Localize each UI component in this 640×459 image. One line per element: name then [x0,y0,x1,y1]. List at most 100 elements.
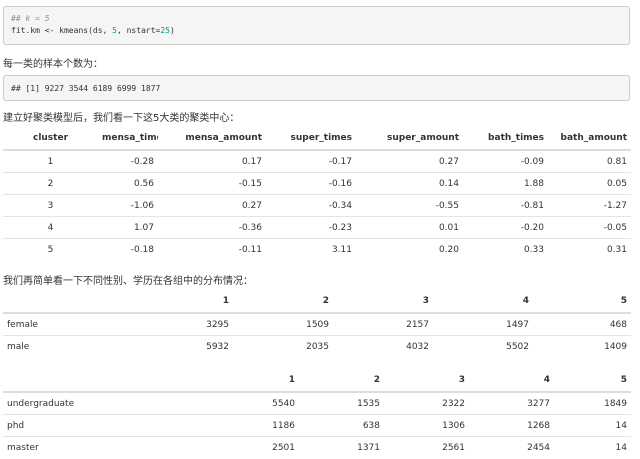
column-header: 1 [133,290,233,314]
table-cell: 4 [3,216,98,239]
column-header: mensa_amount [158,127,266,151]
table-cell: 2561 [384,436,469,458]
table-cell: 3277 [469,391,554,415]
table-cell: -0.34 [266,194,356,217]
column-header: cluster [3,127,98,151]
table-cell: 0.05 [548,172,631,195]
column-header [3,369,199,393]
table-cell: 2157 [333,312,433,336]
table-row: 5 -0.18 -0.11 3.11 0.20 0.33 0.31 [3,238,631,260]
table-cell: -0.15 [158,172,266,195]
table-cell: 2454 [469,436,554,458]
table-cell: -0.17 [266,149,356,173]
table-cell: 0.20 [356,238,463,260]
table-row: 2 0.56 -0.15 -0.16 0.14 1.88 0.05 [3,172,631,195]
paragraph-sample-count: 每一类的样本个数为： [3,59,103,70]
table-cell: 3295 [133,312,233,336]
column-header: 4 [433,290,533,314]
table-cell: 1849 [554,391,631,415]
table-cell: 0.56 [98,172,158,195]
table-cell: 2322 [384,391,469,415]
table-cell: 1535 [299,391,384,415]
table-cell: -0.55 [356,194,463,217]
table-cell: -0.20 [463,216,548,239]
column-header: 4 [469,369,554,393]
table-cell: 0.33 [463,238,548,260]
table-cell: 0.81 [548,149,631,173]
code-number-nstart: 25 [160,26,170,35]
table-cell: 0.14 [356,172,463,195]
table-row: male 5932 2035 4032 5502 1409 [3,335,631,357]
table-row: 4 1.07 -0.36 -0.23 0.01 -0.20 -0.05 [3,216,631,239]
table-cell: -0.36 [158,216,266,239]
code-comment: ## k = 5 [11,14,50,23]
column-header: 3 [333,290,433,314]
table-cell: undergraduate [3,391,199,415]
table-row: phd 1186 638 1306 1268 14 [3,414,631,437]
table-cell: -0.18 [98,238,158,260]
table-cell: 5502 [433,335,533,357]
table-cell: 1268 [469,414,554,437]
paragraph-cluster-centers: 建立好聚类模型后，我们看一下这5大类的聚类中心： [3,113,240,124]
code-output-block: ## [1] 9227 3544 6189 6999 1877 [3,75,630,101]
table-cell: 1409 [533,335,631,357]
column-header: 2 [299,369,384,393]
table-cell: 5 [3,238,98,260]
table-row: 3 -1.06 0.27 -0.34 -0.55 -0.81 -1.27 [3,194,631,217]
column-header: 5 [533,290,631,314]
code-token: fit.km [11,26,45,35]
table-cell: 5932 [133,335,233,357]
table-row: female 3295 1509 2157 1497 468 [3,312,631,336]
table-cell: 3 [3,194,98,217]
table-cell: 638 [299,414,384,437]
table-header-row: cluster mensa_times mensa_amount super_t… [3,127,631,151]
cluster-centers-table: cluster mensa_times mensa_amount super_t… [3,127,631,260]
code-block-kmeans: ## k = 5 fit.km <- kmeans(ds, 5, nstart=… [3,6,630,45]
column-header: super_amount [356,127,463,151]
table-cell: 5540 [199,391,299,415]
table-cell: female [3,312,133,336]
table-header-row: 1 2 3 4 5 [3,290,631,314]
gender-distribution-table: 1 2 3 4 5 female 3295 1509 2157 1497 468 male… [3,290,631,357]
column-header: bath_amount [548,127,631,151]
table-cell: 1306 [384,414,469,437]
table-cell: -0.05 [548,216,631,239]
table-cell: 468 [533,312,631,336]
table-cell: 3.11 [266,238,356,260]
table-cell: 2501 [199,436,299,458]
table-row: undergraduate 5540 1535 2322 3277 1849 [3,391,631,415]
column-header: 1 [199,369,299,393]
table-cell: 14 [554,436,631,458]
table-cell: -0.28 [98,149,158,173]
table-cell: 1 [3,149,98,173]
table-cell: 1.07 [98,216,158,239]
table-cell: 1186 [199,414,299,437]
code-output: ## [1] 9227 3544 6189 6999 1877 [11,84,161,93]
table-cell: -0.81 [463,194,548,217]
paragraph-distribution: 我们再简单看一下不同性别、学历在各组中的分布情况： [3,276,253,287]
table-cell: 2 [3,172,98,195]
column-header: 5 [554,369,631,393]
column-header: bath_times [463,127,548,151]
code-token: ) [169,26,175,35]
table-cell: 0.27 [356,149,463,173]
table-cell: 2035 [233,335,333,357]
code-assign-operator: <- [44,26,55,35]
table-cell: 1.88 [463,172,548,195]
table-cell: 0.01 [356,216,463,239]
table-cell: 14 [554,414,631,437]
table-cell: -0.11 [158,238,266,260]
table-cell: 1509 [233,312,333,336]
table-cell: -1.27 [548,194,631,217]
code-token: kmeans(ds, [54,26,113,35]
table-cell: male [3,335,133,357]
table-row: master 2501 1371 2561 2454 14 [3,436,631,458]
table-cell: -0.16 [266,172,356,195]
education-distribution-table: 1 2 3 4 5 undergraduate 5540 1535 2322 3277 1… [3,369,631,458]
table-cell: 1371 [299,436,384,458]
column-header: 3 [384,369,469,393]
table-header-row: 1 2 3 4 5 [3,369,631,393]
table-cell: 0.17 [158,149,266,173]
code-token: , nstart= [116,26,161,35]
column-header: 2 [233,290,333,314]
